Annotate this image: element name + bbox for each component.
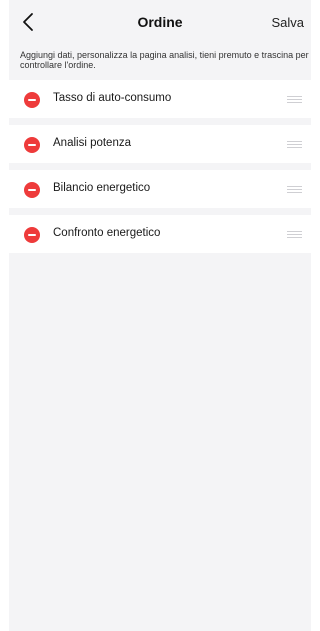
chevron-left-icon <box>23 13 33 31</box>
header: Ordine Salva <box>9 0 311 46</box>
list-item-label: Confronto energetico <box>53 227 161 239</box>
page-title: Ordine <box>137 14 183 30</box>
back-button[interactable] <box>19 11 39 33</box>
drag-handle-icon[interactable] <box>287 96 302 104</box>
analysis-items-list: Tasso di auto-consumo Analisi potenza Bi… <box>9 80 311 260</box>
drag-handle-icon[interactable] <box>287 186 302 194</box>
remove-icon[interactable] <box>24 92 40 108</box>
list-item[interactable]: Analisi potenza <box>9 125 311 163</box>
remove-icon[interactable] <box>24 182 40 198</box>
list-item-label: Tasso di auto-consumo <box>53 92 172 104</box>
list-item-label: Analisi potenza <box>53 137 131 149</box>
drag-handle-icon[interactable] <box>287 141 302 149</box>
save-button[interactable]: Salva <box>271 15 304 30</box>
remove-icon[interactable] <box>24 137 40 153</box>
drag-handle-icon[interactable] <box>287 231 302 239</box>
order-screen: Ordine Salva Aggiungi dati, personalizza… <box>9 0 311 631</box>
list-item[interactable]: Bilancio energetico <box>9 170 311 208</box>
list-item-label: Bilancio energetico <box>53 182 151 194</box>
instructions-text: Aggiungi dati, personalizza la pagina an… <box>20 50 309 70</box>
list-item[interactable]: Confronto energetico <box>9 215 311 253</box>
remove-icon[interactable] <box>24 227 40 243</box>
list-item[interactable]: Tasso di auto-consumo <box>9 80 311 118</box>
